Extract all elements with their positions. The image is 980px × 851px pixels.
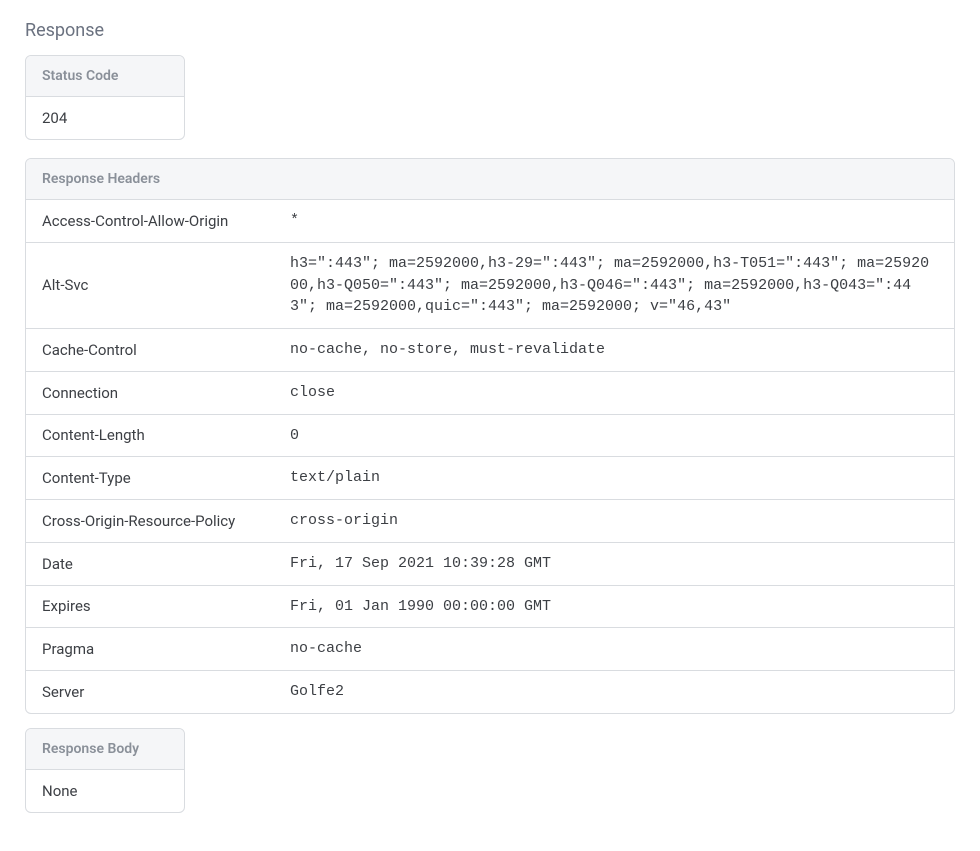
header-value: text/plain	[274, 457, 954, 500]
header-value: Fri, 01 Jan 1990 00:00:00 GMT	[274, 585, 954, 628]
header-value: cross-origin	[274, 500, 954, 543]
header-name: Date	[26, 542, 274, 585]
header-name: Server	[26, 671, 274, 713]
table-row: ExpiresFri, 01 Jan 1990 00:00:00 GMT	[26, 585, 954, 628]
response-body-label: Response Body	[26, 729, 184, 770]
header-value: close	[274, 371, 954, 414]
status-code-value: 204	[26, 97, 184, 139]
header-name: Expires	[26, 585, 274, 628]
table-row: Alt-Svch3=":443"; ma=2592000,h3-29=":443…	[26, 242, 954, 328]
response-headers-card: Response Headers Access-Control-Allow-Or…	[25, 158, 955, 714]
table-row: Content-Typetext/plain	[26, 457, 954, 500]
header-value: Golfe2	[274, 671, 954, 713]
response-body-value: None	[26, 770, 184, 812]
response-body-card: Response Body None	[25, 728, 185, 813]
header-name: Content-Length	[26, 414, 274, 457]
status-code-card: Status Code 204	[25, 55, 185, 140]
header-name: Alt-Svc	[26, 242, 274, 328]
header-value: 0	[274, 414, 954, 457]
header-name: Connection	[26, 371, 274, 414]
header-name: Content-Type	[26, 457, 274, 500]
header-value: h3=":443"; ma=2592000,h3-29=":443"; ma=2…	[274, 242, 954, 328]
header-name: Cache-Control	[26, 329, 274, 372]
header-value: no-cache	[274, 628, 954, 671]
table-row: DateFri, 17 Sep 2021 10:39:28 GMT	[26, 542, 954, 585]
header-name: Pragma	[26, 628, 274, 671]
header-value: Fri, 17 Sep 2021 10:39:28 GMT	[274, 542, 954, 585]
header-value: *	[274, 200, 954, 242]
header-name: Cross-Origin-Resource-Policy	[26, 500, 274, 543]
response-section-title: Response	[25, 20, 955, 41]
table-row: Pragmano-cache	[26, 628, 954, 671]
header-name: Access-Control-Allow-Origin	[26, 200, 274, 242]
table-row: Connectionclose	[26, 371, 954, 414]
status-code-label: Status Code	[26, 56, 184, 97]
response-headers-table: Access-Control-Allow-Origin*Alt-Svch3=":…	[26, 200, 954, 713]
table-row: Content-Length0	[26, 414, 954, 457]
table-row: Cache-Controlno-cache, no-store, must-re…	[26, 329, 954, 372]
response-headers-label: Response Headers	[26, 159, 954, 200]
table-row: ServerGolfe2	[26, 671, 954, 713]
table-row: Cross-Origin-Resource-Policycross-origin	[26, 500, 954, 543]
table-row: Access-Control-Allow-Origin*	[26, 200, 954, 242]
header-value: no-cache, no-store, must-revalidate	[274, 329, 954, 372]
